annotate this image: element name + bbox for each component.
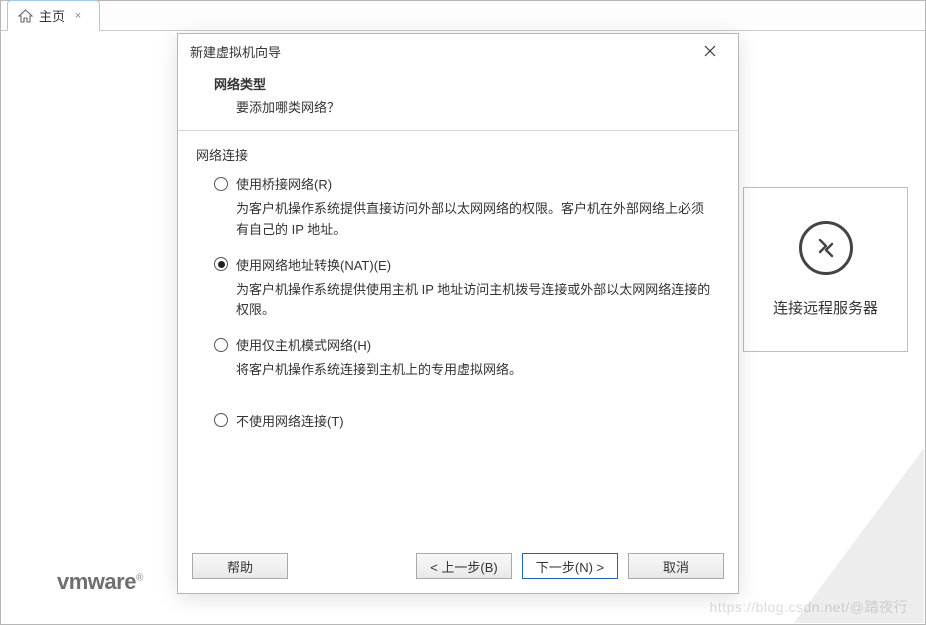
- dialog-subheading: 要添加哪类网络？: [214, 97, 738, 116]
- tab-close-button[interactable]: ×: [71, 9, 85, 23]
- help-button[interactable]: 帮助: [192, 553, 288, 579]
- tab-home[interactable]: 主页 ×: [7, 0, 100, 31]
- home-icon: [18, 9, 33, 23]
- registered-icon: ®: [136, 573, 143, 584]
- main-area: O™ 连接远程服务器 vmware® https://blog.csdn.net…: [2, 32, 924, 623]
- workspace: 主页 × O™ 连接远程服务器 vmware® https://blog.csd…: [0, 0, 926, 625]
- network-group-label: 网络连接: [196, 145, 714, 164]
- radio-bridged[interactable]: [214, 177, 228, 191]
- new-vm-wizard-dialog: 新建虚拟机向导 网络类型 要添加哪类网络？ 网络连接 使用桥接网络(R) 为客户…: [177, 33, 739, 594]
- dialog-title: 新建虚拟机向导: [190, 42, 690, 61]
- tab-strip: 主页 ×: [1, 1, 925, 31]
- radio-hostonly[interactable]: [214, 338, 228, 352]
- dialog-footer: 帮助 < 上一步(B) 下一步(N) > 取消: [178, 545, 738, 593]
- option-nat: 使用网络地址转换(NAT)(E) 为客户机操作系统提供使用主机 IP 地址访问主…: [214, 255, 714, 322]
- back-button[interactable]: < 上一步(B): [416, 553, 512, 579]
- radio-nat[interactable]: [214, 257, 228, 271]
- option-bridged: 使用桥接网络(R) 为客户机操作系统提供直接访问外部以太网网络的权限。客户机在外…: [214, 174, 714, 241]
- dialog-close-button[interactable]: [690, 37, 730, 65]
- connect-remote-server-card[interactable]: 连接远程服务器: [743, 187, 908, 352]
- remote-server-icon: [799, 221, 853, 275]
- dialog-heading: 网络类型: [214, 74, 738, 93]
- radio-bridged-desc: 为客户机操作系统提供直接访问外部以太网网络的权限。客户机在外部网络上必须有自己的…: [236, 199, 714, 241]
- remote-card-label: 连接远程服务器: [773, 297, 878, 318]
- next-button[interactable]: 下一步(N) >: [522, 553, 618, 579]
- dialog-body: 网络连接 使用桥接网络(R) 为客户机操作系统提供直接访问外部以太网网络的权限。…: [178, 131, 738, 545]
- close-icon: [704, 45, 716, 57]
- dialog-titlebar[interactable]: 新建虚拟机向导: [178, 34, 738, 68]
- radio-bridged-label[interactable]: 使用桥接网络(R): [236, 174, 332, 193]
- tab-home-label: 主页: [39, 6, 65, 25]
- option-hostonly: 使用仅主机模式网络(H) 将客户机操作系统连接到主机上的专用虚拟网络。: [214, 335, 714, 381]
- radio-nat-desc: 为客户机操作系统提供使用主机 IP 地址访问主机拨号连接或外部以太网网络连接的权…: [236, 280, 714, 322]
- radio-hostonly-label[interactable]: 使用仅主机模式网络(H): [236, 335, 371, 354]
- radio-nonetwork-label[interactable]: 不使用网络连接(T): [236, 411, 344, 430]
- vmware-logo: vmware®: [57, 569, 143, 595]
- radio-nat-label[interactable]: 使用网络地址转换(NAT)(E): [236, 255, 391, 274]
- radio-nonetwork[interactable]: [214, 413, 228, 427]
- dialog-header: 网络类型 要添加哪类网络？: [178, 68, 738, 130]
- cancel-button[interactable]: 取消: [628, 553, 724, 579]
- option-nonetwork: 不使用网络连接(T): [214, 411, 714, 430]
- vmware-brand-text: vmware: [57, 569, 136, 594]
- radio-hostonly-desc: 将客户机操作系统连接到主机上的专用虚拟网络。: [236, 360, 714, 381]
- watermark-text: https://blog.csdn.net/@踏夜行: [710, 597, 908, 617]
